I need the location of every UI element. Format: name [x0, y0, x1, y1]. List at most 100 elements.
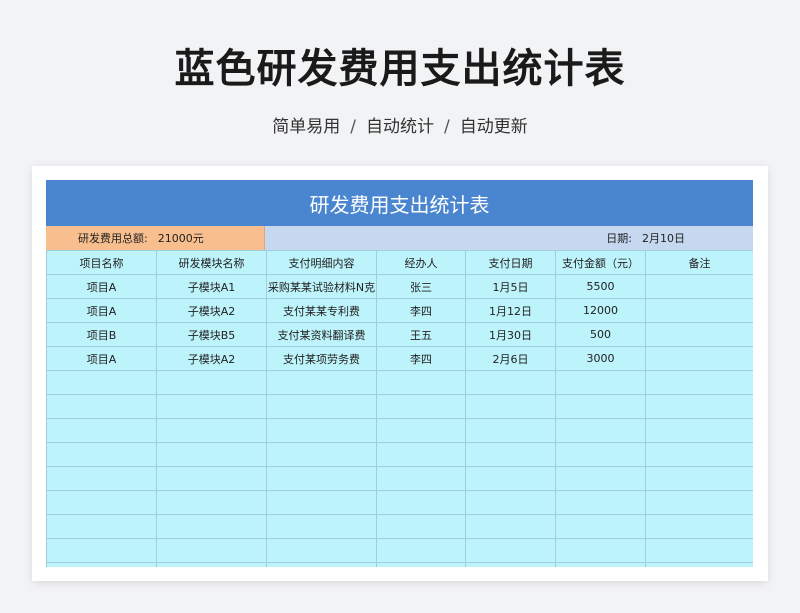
table-cell[interactable]: [645, 346, 753, 371]
empty-table-cell[interactable]: [376, 538, 466, 563]
empty-table-cell[interactable]: [645, 490, 753, 515]
empty-table-cell[interactable]: [465, 466, 556, 491]
table-cell[interactable]: 500: [555, 322, 646, 347]
table-cell[interactable]: 12000: [555, 298, 646, 323]
empty-table-cell[interactable]: [645, 538, 753, 563]
table-cell[interactable]: 子模块A2: [156, 298, 267, 323]
empty-table-cell[interactable]: [555, 490, 646, 515]
empty-table-cell[interactable]: [46, 538, 157, 563]
empty-table-cell[interactable]: [46, 562, 157, 567]
table-cell[interactable]: 2月6日: [465, 346, 556, 371]
empty-table-cell[interactable]: [645, 466, 753, 491]
empty-table-cell[interactable]: [465, 418, 556, 443]
empty-table-cell[interactable]: [266, 418, 377, 443]
empty-table-cell[interactable]: [465, 370, 556, 395]
empty-table-cell[interactable]: [46, 466, 157, 491]
table-cell[interactable]: 支付某某专利费: [266, 298, 377, 323]
table-cell[interactable]: 李四: [376, 298, 466, 323]
empty-table-cell[interactable]: [645, 562, 753, 567]
empty-table-cell[interactable]: [156, 562, 267, 567]
empty-table-cell[interactable]: [555, 562, 646, 567]
empty-table-cell[interactable]: [645, 442, 753, 467]
table-cell[interactable]: 1月12日: [465, 298, 556, 323]
empty-table-cell[interactable]: [555, 370, 646, 395]
table-cell[interactable]: 项目B: [46, 322, 157, 347]
table-cell[interactable]: 项目A: [46, 346, 157, 371]
empty-table-cell[interactable]: [645, 394, 753, 419]
empty-table-cell[interactable]: [266, 490, 377, 515]
empty-table-cell[interactable]: [156, 394, 267, 419]
empty-table-cell[interactable]: [645, 514, 753, 539]
empty-table-cell[interactable]: [645, 370, 753, 395]
empty-table-cell[interactable]: [46, 442, 157, 467]
empty-table-cell[interactable]: [376, 442, 466, 467]
empty-table-cell[interactable]: [555, 418, 646, 443]
empty-table-cell[interactable]: [645, 418, 753, 443]
table-cell[interactable]: 子模块A1: [156, 274, 267, 299]
empty-table-cell[interactable]: [46, 370, 157, 395]
column-header[interactable]: 支付明细内容: [266, 250, 377, 275]
empty-table-cell[interactable]: [156, 442, 267, 467]
table-cell[interactable]: 3000: [555, 346, 646, 371]
empty-table-cell[interactable]: [555, 466, 646, 491]
table-cell[interactable]: 支付某资料翻译费: [266, 322, 377, 347]
empty-table-cell[interactable]: [266, 442, 377, 467]
empty-table-cell[interactable]: [376, 394, 466, 419]
empty-table-cell[interactable]: [266, 394, 377, 419]
empty-table-cell[interactable]: [266, 514, 377, 539]
empty-table-cell[interactable]: [156, 418, 267, 443]
empty-table-cell[interactable]: [465, 514, 556, 539]
empty-table-cell[interactable]: [46, 490, 157, 515]
table-cell[interactable]: [645, 298, 753, 323]
empty-table-cell[interactable]: [376, 562, 466, 567]
table-cell[interactable]: 项目A: [46, 274, 157, 299]
empty-table-cell[interactable]: [376, 514, 466, 539]
column-header[interactable]: 项目名称: [46, 250, 157, 275]
empty-table-cell[interactable]: [465, 442, 556, 467]
table-cell[interactable]: 王五: [376, 322, 466, 347]
table-cell[interactable]: 子模块A2: [156, 346, 267, 371]
total-cell[interactable]: 研发费用总额: 21000元: [46, 226, 265, 250]
empty-table-cell[interactable]: [46, 394, 157, 419]
date-cell[interactable]: 日期: 2月10日: [265, 226, 753, 250]
table-cell[interactable]: 项目A: [46, 298, 157, 323]
empty-table-cell[interactable]: [156, 514, 267, 539]
column-header[interactable]: 研发模块名称: [156, 250, 267, 275]
empty-table-cell[interactable]: [465, 538, 556, 563]
column-header[interactable]: 支付日期: [465, 250, 556, 275]
empty-table-cell[interactable]: [156, 490, 267, 515]
table-cell[interactable]: 1月5日: [465, 274, 556, 299]
column-header[interactable]: 经办人: [376, 250, 466, 275]
empty-table-cell[interactable]: [266, 562, 377, 567]
empty-table-cell[interactable]: [465, 490, 556, 515]
empty-table-cell[interactable]: [465, 394, 556, 419]
empty-table-cell[interactable]: [156, 538, 267, 563]
column-header[interactable]: 支付金额（元）: [555, 250, 646, 275]
empty-table-cell[interactable]: [376, 370, 466, 395]
empty-table-cell[interactable]: [46, 418, 157, 443]
empty-table-cell[interactable]: [555, 514, 646, 539]
table-cell[interactable]: 李四: [376, 346, 466, 371]
column-header[interactable]: 备注: [645, 250, 753, 275]
empty-table-cell[interactable]: [46, 514, 157, 539]
table-cell[interactable]: 子模块B5: [156, 322, 267, 347]
table-cell[interactable]: 采购某某试验材料N克: [266, 274, 377, 299]
table-cell[interactable]: 支付某项劳务费: [266, 346, 377, 371]
table-cell[interactable]: 张三: [376, 274, 466, 299]
table-cell[interactable]: [645, 274, 753, 299]
empty-table-cell[interactable]: [376, 490, 466, 515]
empty-table-cell[interactable]: [156, 370, 267, 395]
table-cell[interactable]: [645, 322, 753, 347]
empty-table-cell[interactable]: [156, 466, 267, 491]
empty-table-cell[interactable]: [555, 538, 646, 563]
empty-table-cell[interactable]: [266, 466, 377, 491]
empty-table-cell[interactable]: [376, 466, 466, 491]
table-cell[interactable]: 1月30日: [465, 322, 556, 347]
empty-table-cell[interactable]: [555, 394, 646, 419]
empty-table-cell[interactable]: [376, 418, 466, 443]
empty-table-cell[interactable]: [465, 562, 556, 567]
table-cell[interactable]: 5500: [555, 274, 646, 299]
empty-table-cell[interactable]: [266, 538, 377, 563]
empty-table-cell[interactable]: [555, 442, 646, 467]
empty-table-cell[interactable]: [266, 370, 377, 395]
